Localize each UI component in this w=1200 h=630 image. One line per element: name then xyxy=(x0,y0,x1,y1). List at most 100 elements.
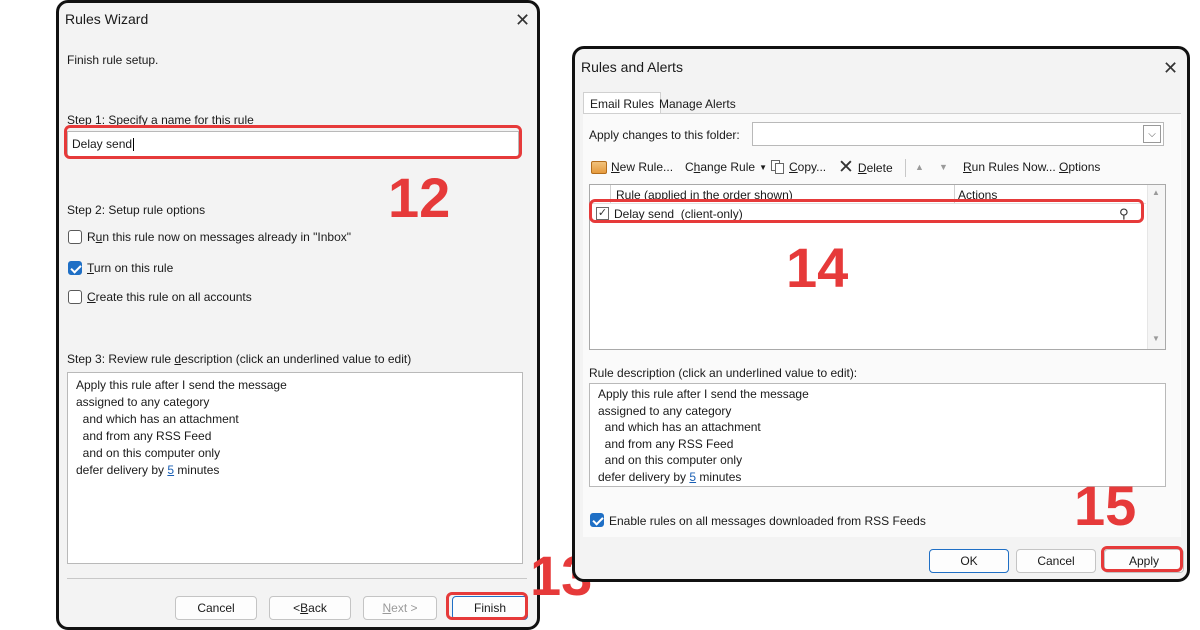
desc-line: and from any RSS Feed xyxy=(76,429,212,443)
rule-enabled-checkbox[interactable]: ✓ xyxy=(596,207,609,220)
column-divider xyxy=(610,185,611,203)
rule-name-input[interactable]: Delay send xyxy=(67,131,519,157)
turn-on-checkbox[interactable] xyxy=(68,261,82,275)
rule-description-box: Apply this rule after I send the message… xyxy=(67,372,523,564)
desc-line: Apply this rule after I send the message xyxy=(76,378,287,392)
desc-line: and which has an attachment xyxy=(598,420,761,434)
new-rule-icon xyxy=(591,160,607,174)
back-accel: B xyxy=(300,601,309,615)
all-accounts-checkbox[interactable] xyxy=(68,290,82,304)
column-header-actions[interactable]: Actions xyxy=(958,188,997,202)
step1-label: Step 1: Specify a name for this rule xyxy=(67,113,254,127)
options-label: Options xyxy=(1059,160,1100,174)
next-button[interactable]: Next > xyxy=(363,596,437,620)
step3-label: Step 3: Review rule description (click a… xyxy=(67,352,411,366)
all-accounts-accel: C xyxy=(87,290,96,304)
column-divider xyxy=(954,185,955,203)
rule-description-box: Apply this rule after I send the message… xyxy=(589,383,1166,487)
arrow-down-icon[interactable]: ▼ xyxy=(939,162,948,172)
accel: C xyxy=(789,160,798,174)
folder-select[interactable]: ⌵ xyxy=(752,122,1164,146)
callout-15: 15 xyxy=(1074,474,1137,537)
run-now-text: R xyxy=(87,230,96,244)
desc-line: and which has an attachment xyxy=(76,412,239,426)
back-text: < xyxy=(293,601,301,615)
desc-line: assigned to any category xyxy=(598,403,732,418)
step3-text-rest: escription (click an underlined value to… xyxy=(181,352,412,366)
caret-down-icon: ▼ xyxy=(759,162,767,172)
all-accounts-text: reate this rule on all accounts xyxy=(95,290,252,304)
accel: N xyxy=(611,160,620,174)
cancel-button[interactable]: Cancel xyxy=(175,596,257,620)
change-rule-label: Change Rule xyxy=(685,160,755,174)
close-icon[interactable]: ✕ xyxy=(515,11,530,29)
back-button[interactable]: < Back xyxy=(269,596,351,620)
copy-icon xyxy=(771,160,785,174)
column-header-rule[interactable]: Rule (applied in the order shown) xyxy=(616,188,793,202)
accel: O xyxy=(1059,160,1069,174)
copy-button[interactable]: Copy... xyxy=(771,160,826,174)
desc-line: and from any RSS Feed xyxy=(598,436,734,451)
divider xyxy=(67,578,527,579)
rule-name-value: Delay send xyxy=(72,137,133,151)
step2-label: Step 2: Setup rule options xyxy=(67,203,206,217)
step1-text: Step 1: Specify a xyxy=(67,113,162,127)
rules-list[interactable]: Rule (applied in the order shown) Action… xyxy=(589,184,1166,350)
rss-rules-checkbox[interactable] xyxy=(590,513,604,527)
options-button[interactable]: Options xyxy=(1059,160,1100,174)
label-text: elete xyxy=(866,160,893,175)
back-text-rest: ack xyxy=(308,601,327,615)
turn-on-label[interactable]: Turn on this rule xyxy=(87,261,173,275)
new-rule-label: New Rule... xyxy=(611,160,673,174)
ok-button[interactable]: OK xyxy=(929,549,1009,573)
next-accel: N xyxy=(382,601,392,615)
desc-text: minutes xyxy=(696,469,742,484)
run-now-label[interactable]: Run this rule now on messages already in… xyxy=(87,230,351,244)
folder-label: Apply changes to this folder: xyxy=(589,128,740,142)
rule-actions-icon[interactable]: ⚲ xyxy=(1119,206,1129,222)
text-caret xyxy=(133,137,135,151)
copy-label: Copy... xyxy=(789,160,826,174)
scroll-down-icon[interactable]: ▼ xyxy=(1152,334,1160,343)
callout-14: 14 xyxy=(786,236,849,299)
turn-on-text: urn on this rule xyxy=(93,261,174,275)
desc-line: defer delivery by 5 minutes xyxy=(76,462,514,479)
desc-line: and on this computer only xyxy=(76,446,221,460)
label-text: ew Rule... xyxy=(619,160,674,174)
label-text: ptions xyxy=(1068,160,1101,174)
turn-on-accel: T xyxy=(87,261,94,275)
new-rule-button[interactable]: New Rule... xyxy=(591,160,673,174)
label-text: un Rules Now... xyxy=(971,160,1056,174)
apply-button[interactable]: Apply xyxy=(1104,549,1184,573)
cancel-button[interactable]: Cancel xyxy=(1016,549,1096,573)
desc-text: defer delivery by xyxy=(598,469,690,484)
change-rule-button[interactable]: Change Rule ▼ xyxy=(685,160,767,174)
chevron-down-icon[interactable]: ⌵ xyxy=(1143,125,1161,143)
delete-x-icon: ✕ xyxy=(838,157,854,178)
all-accounts-label[interactable]: Create this rule on all accounts xyxy=(87,290,252,304)
callout-12: 12 xyxy=(388,166,451,229)
run-rules-now-button[interactable]: Run Rules Now... xyxy=(963,160,1056,174)
accel: D xyxy=(857,160,867,175)
scrollbar[interactable]: ▲ ▼ xyxy=(1147,185,1165,349)
rss-rules-label[interactable]: Enable rules on all messages downloaded … xyxy=(609,514,926,528)
step1-text-rest: ame for this rule xyxy=(167,113,254,127)
rule-name: Delay send (client-only) xyxy=(614,207,743,221)
close-icon[interactable]: ✕ xyxy=(1163,59,1178,77)
desc-line: Apply this rule after I send the message xyxy=(598,387,809,401)
tab-email-rules[interactable]: Email Rules xyxy=(583,92,662,115)
accel: R xyxy=(963,160,972,174)
delete-button[interactable]: ✕ Delete xyxy=(838,158,893,177)
rule-description-label: Rule description (click an underlined va… xyxy=(589,366,858,380)
run-rules-label: Run Rules Now... xyxy=(963,160,1056,174)
scroll-up-icon[interactable]: ▲ xyxy=(1152,188,1160,197)
desc-line: assigned to any category xyxy=(76,395,210,409)
tab-manage-alerts[interactable]: Manage Alerts xyxy=(653,93,742,115)
label-text-rest: ange Rule xyxy=(700,160,756,174)
dialog-title: Rules and Alerts xyxy=(581,59,683,75)
step3-text: Step 3: Review rule xyxy=(67,352,175,366)
arrow-up-icon[interactable]: ▲ xyxy=(915,162,924,172)
finish-button[interactable]: Finish xyxy=(452,596,528,620)
table-row[interactable]: ✓ Delay send (client-only) ⚲ xyxy=(592,205,1144,223)
run-now-checkbox[interactable] xyxy=(68,230,82,244)
